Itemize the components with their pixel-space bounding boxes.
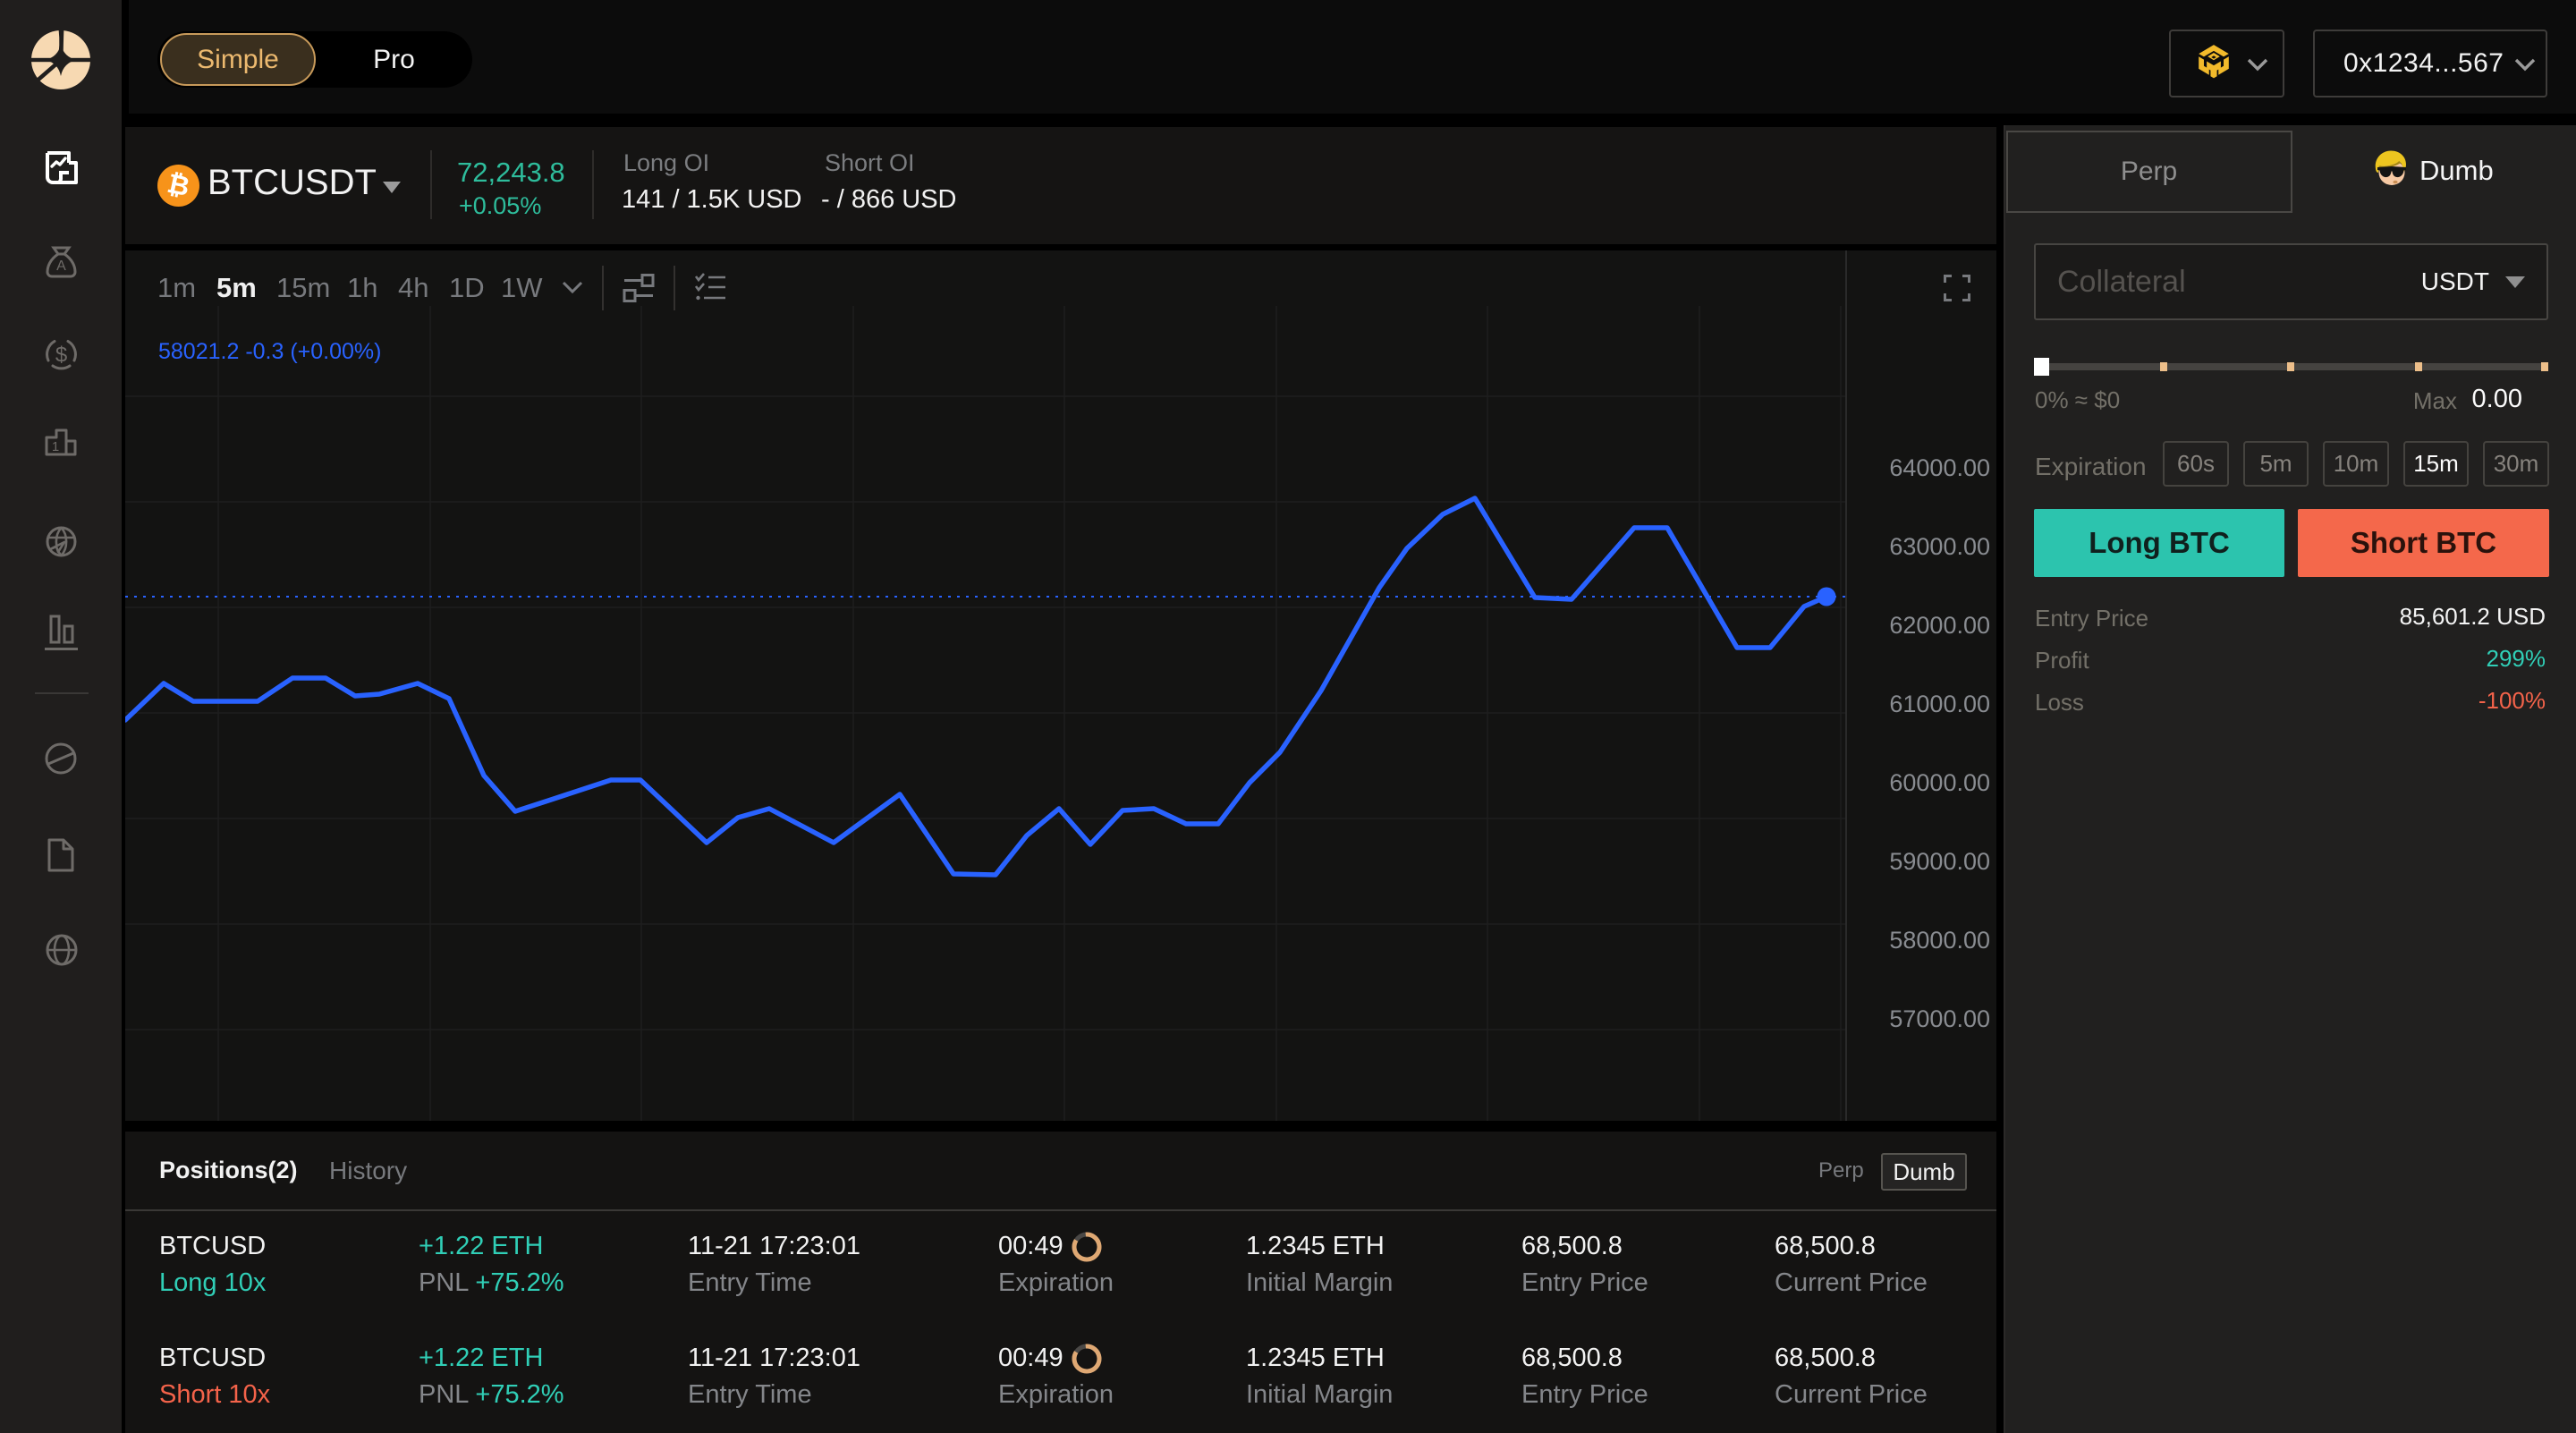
svg-text:63000.00: 63000.00 — [1889, 533, 1990, 560]
svg-text:57000.00: 57000.00 — [1889, 1005, 1990, 1032]
svg-text:60000.00: 60000.00 — [1889, 769, 1990, 796]
svg-text:61000.00: 61000.00 — [1889, 691, 1990, 717]
svg-text:62000.00: 62000.00 — [1889, 612, 1990, 639]
svg-text:64000.00: 64000.00 — [1889, 454, 1990, 481]
svg-text:A: A — [56, 259, 66, 274]
svg-text:58000.00: 58000.00 — [1889, 927, 1990, 954]
svg-text:59000.00: 59000.00 — [1889, 848, 1990, 875]
svg-text:$: $ — [55, 343, 67, 368]
svg-text:1: 1 — [52, 439, 59, 454]
